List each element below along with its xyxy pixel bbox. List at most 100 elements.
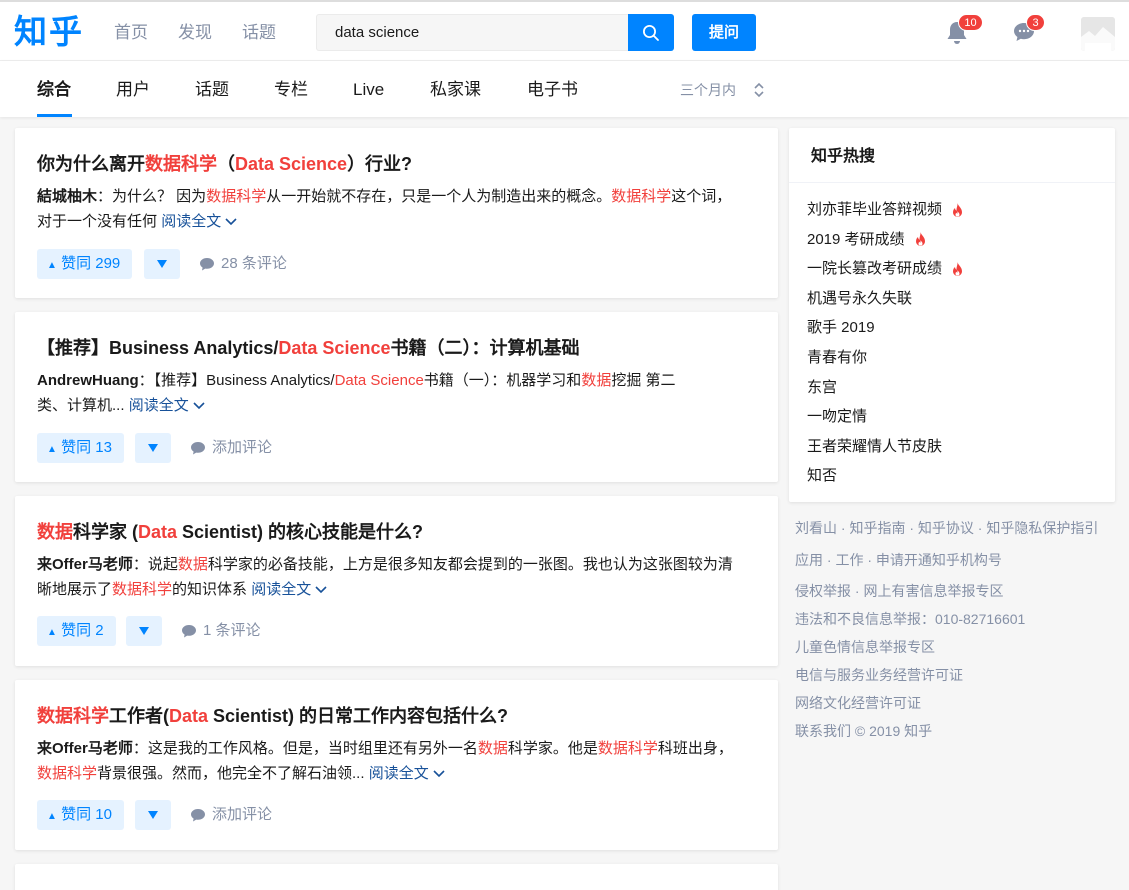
upvote-arrow-icon: ▲ [47, 811, 57, 822]
upvote-button[interactable]: ▲ 赞同 13 [37, 433, 124, 463]
title-highlight: Data Science [235, 154, 348, 174]
tab-users[interactable]: 用户 [116, 80, 150, 100]
hot-search-item[interactable]: 一吻定情 [807, 407, 867, 427]
ask-question-button[interactable]: 提问 [692, 14, 756, 51]
excerpt-text: 书籍（一）：机器学习和 [423, 372, 582, 389]
comment-button[interactable]: 28 条评论 [199, 249, 287, 279]
tab-columns[interactable]: 专栏 [274, 80, 308, 100]
hot-search-item[interactable]: 王者荣耀情人节皮肤 [807, 437, 942, 457]
search-icon [643, 24, 659, 41]
downvote-arrow-icon [157, 260, 167, 268]
chevron-down-icon [225, 218, 237, 226]
tab-ebooks[interactable]: 电子书 [527, 80, 578, 100]
hot-search-label: 东宫 [807, 378, 838, 396]
main-nav: 首页 发现 话题 [114, 21, 306, 45]
comment-label: 1 条评论 [203, 622, 261, 639]
excerpt-highlight: 数据科学 [37, 765, 98, 782]
comment-button[interactable]: 添加评论 [190, 800, 272, 830]
read-more-link[interactable]: 阅读全文 [161, 213, 237, 230]
footer-link-row[interactable]: 侵权举报 · 网上有害信息举报专区 [795, 581, 1003, 601]
author-name: 結城柚木 [37, 188, 98, 205]
result-title[interactable]: 【推荐】Business Analytics/Data Science书籍（二）… [37, 336, 579, 360]
hot-search-label: 青春有你 [807, 349, 868, 366]
search-result-card: 【推荐】Business Analytics/Data Science书籍（二）… [15, 312, 778, 482]
downvote-button[interactable] [135, 800, 171, 830]
tab-topics[interactable]: 话题 [195, 80, 229, 100]
upvote-button[interactable]: ▲ 赞同 2 [37, 616, 116, 646]
tab-live[interactable]: Live [353, 80, 384, 100]
hot-search-item[interactable]: 一院长篡改考研成绩 [807, 259, 964, 279]
notifications-badge: 10 [958, 14, 983, 31]
hot-search-item[interactable]: 青春有你 [807, 348, 867, 368]
search-button[interactable] [628, 14, 674, 51]
author-name: AndrewHuang [37, 372, 139, 389]
excerpt-highlight: Data Science [334, 372, 424, 389]
upvote-button[interactable]: ▲ 赞同 10 [37, 800, 124, 830]
excerpt-text: 背景很强。然而，他完全不了解石油领... [97, 765, 365, 782]
result-title[interactable]: 你为什么离开数据科学（Data Science）行业? [37, 152, 412, 176]
footer-link-row[interactable]: 电信与服务业务经营许可证 [795, 665, 963, 685]
hot-search-panel: 知乎热搜 刘亦菲毕业答辩视频 2019 考研成绩一院长篡改考研成绩 机遇号永久失联歌… [789, 128, 1115, 502]
result-excerpt[interactable]: 結城柚木：为什么？ 因为数据科学从一开始就不存在，只是一个人为制造出来的概念。数… [37, 184, 757, 234]
excerpt-text: ：说起 [132, 556, 178, 573]
result-title[interactable]: 数据科学工作者(Data Scientist) 的日常工作内容包括什么? [37, 704, 508, 728]
footer-link-row[interactable]: 儿童色情信息举报专区 [795, 637, 935, 657]
avatar[interactable] [1081, 17, 1115, 51]
downvote-button[interactable] [135, 433, 171, 463]
hot-search-title: 知乎热搜 [811, 148, 876, 165]
tab-all[interactable]: 综合 [37, 80, 71, 100]
read-more-label: 阅读全文 [128, 397, 189, 414]
hot-search-item[interactable]: 刘亦菲毕业答辩视频 [807, 200, 964, 220]
fire-icon [915, 232, 925, 247]
read-more-link[interactable]: 阅读全文 [369, 765, 445, 782]
comment-button[interactable]: 添加评论 [190, 433, 272, 463]
search-result-card: 数据科学工作者(Data Scientist) 的日常工作内容包括什么? 来Of… [15, 680, 778, 850]
search-input[interactable]: data science [316, 14, 629, 51]
nav-topics[interactable]: 话题 [242, 21, 276, 45]
hot-search-item[interactable]: 东宫 [807, 378, 837, 398]
hot-search-item[interactable]: 2019 考研成绩 [807, 230, 927, 250]
title-text: 你为什么离开 [37, 154, 145, 174]
footer-link-row[interactable]: 违法和不良信息举报：010-82716601 [795, 609, 1025, 629]
title-highlight: Data [169, 706, 209, 726]
excerpt-text: 科班出身， [657, 740, 733, 757]
upvote-button[interactable]: ▲ 赞同 299 [37, 249, 133, 279]
result-excerpt[interactable]: AndrewHuang：【推荐】Business Analytics/Data … [37, 368, 757, 418]
upvote-arrow-icon: ▲ [47, 444, 57, 455]
time-range-label: 三个月内 [680, 82, 736, 98]
downvote-button[interactable] [144, 249, 180, 279]
title-text: Scientist) 的日常工作内容包括什么? [208, 706, 509, 726]
read-more-link[interactable]: 阅读全文 [129, 397, 205, 414]
downvote-button[interactable] [126, 616, 162, 646]
excerpt-text: ：【推荐】Business Analytics/ [138, 372, 335, 389]
hot-search-item[interactable]: 知否 [807, 466, 837, 486]
comment-icon [200, 258, 214, 271]
footer-link-row[interactable]: 联系我们 © 2019 知乎 [795, 721, 932, 741]
tab-private-courses[interactable]: 私家课 [430, 80, 481, 100]
result-title[interactable]: 数据科学家 (Data Scientist) 的核心技能是什么? [37, 520, 423, 544]
result-excerpt[interactable]: 来Offer马老师：这是我的工作风格。但是，当时组里还有另外一名数据科学家。他是… [37, 736, 757, 786]
nav-explore[interactable]: 发现 [178, 21, 212, 45]
downvote-arrow-icon [148, 444, 158, 452]
comment-label: 添加评论 [212, 806, 273, 823]
title-highlight: 数据 [37, 522, 73, 542]
footer-link-row[interactable]: 应用 · 工作 · 申请开通知乎机构号 [795, 550, 1002, 570]
upvote-arrow-icon: ▲ [47, 627, 57, 638]
read-more-link[interactable]: 阅读全文 [251, 581, 327, 598]
footer-link-row[interactable]: 刘看山 · 知乎指南 · 知乎协议 · 知乎隐私保护指引 [795, 518, 1098, 538]
hot-search-item[interactable]: 歌手 2019 [807, 318, 875, 338]
read-more-label: 阅读全文 [161, 213, 222, 230]
upvote-label: 赞同 13 [61, 439, 112, 456]
comment-button[interactable]: 1 条评论 [181, 616, 261, 646]
zhihu-logo[interactable]: 知乎 [14, 12, 84, 52]
hot-search-label: 歌手 2019 [807, 319, 875, 337]
excerpt-text: 晰地展示了 [37, 581, 113, 598]
result-excerpt[interactable]: 来Offer马老师：说起数据科学家的必备技能，上方是很多知友都会提到的一张图。我… [37, 552, 757, 602]
excerpt-highlight: 数据科学 [112, 581, 173, 598]
title-text: （ [217, 154, 235, 174]
nav-home[interactable]: 首页 [114, 21, 148, 45]
comment-label: 添加评论 [212, 439, 273, 456]
footer-link-row[interactable]: 网络文化经营许可证 [795, 693, 921, 713]
hot-search-item[interactable]: 机遇号永久失联 [807, 289, 912, 309]
time-range-select[interactable]: 三个月内 [680, 81, 764, 99]
